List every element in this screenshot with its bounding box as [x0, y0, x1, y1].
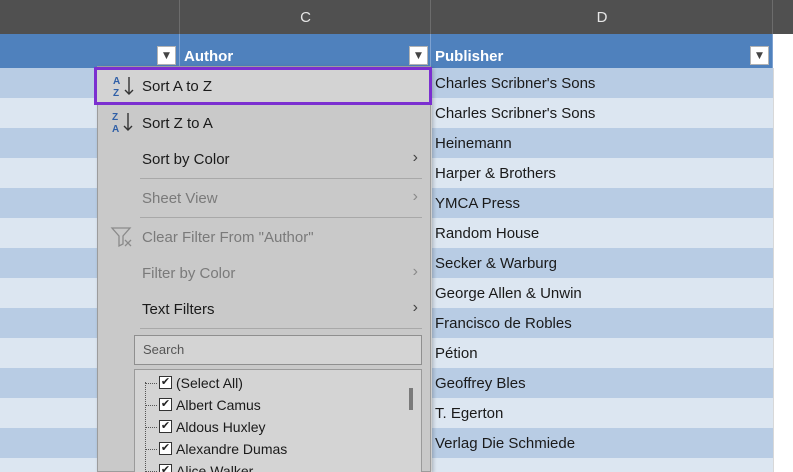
filter-dropdown-icon[interactable]: ▼ [157, 46, 176, 65]
cell[interactable] [773, 338, 793, 368]
cell[interactable] [773, 248, 793, 278]
filter-by-color-label: Filter by Color [142, 264, 236, 282]
header-cell-b[interactable] [0, 34, 180, 68]
sort-ascending-icon: A Z [111, 73, 135, 99]
cell[interactable] [773, 458, 793, 472]
list-item[interactable]: ✔ Alexandre Dumas [135, 438, 395, 460]
column-divider[interactable] [772, 0, 773, 34]
publisher-cell[interactable]: Charles Scribner's Sons [431, 98, 773, 128]
author-header-label: Author [184, 48, 234, 65]
tree-connector [145, 427, 157, 428]
list-item-label: Alexandre Dumas [176, 441, 288, 457]
publisher-header-label: Publisher [435, 48, 504, 65]
value-checklist[interactable]: ✔ (Select All) ✔ Albert Camus ✔ Aldous H… [134, 369, 422, 472]
cell[interactable] [773, 308, 793, 338]
cell[interactable] [773, 428, 793, 458]
list-item-label: Alice Walker [176, 463, 254, 472]
header-cell-author[interactable]: Author [180, 34, 431, 68]
list-item[interactable]: ✔ (Select All) [135, 372, 395, 394]
chevron-right-icon: › [412, 188, 418, 205]
cell[interactable] [773, 188, 793, 218]
text-filters-label: Text Filters [142, 300, 215, 318]
list-item[interactable]: ✔ Albert Camus [135, 394, 395, 416]
sort-by-color-item[interactable]: Sort by Color › [98, 141, 430, 177]
list-scrollbar[interactable] [405, 370, 419, 472]
publisher-cell[interactable]: Verlag Die Schmiede [431, 428, 773, 458]
chevron-right-icon: › [412, 299, 418, 316]
svg-text:A: A [113, 76, 120, 87]
cell[interactable] [773, 218, 793, 248]
column-header-bar: C D [0, 0, 793, 34]
sheet-view-item[interactable]: Sheet View › [98, 180, 430, 216]
list-item-label: Albert Camus [176, 397, 261, 413]
column-header-c[interactable]: C [180, 0, 431, 34]
publisher-cell[interactable]: Geoffrey Bles [431, 368, 773, 398]
tree-connector [145, 383, 157, 384]
sheet-view-label: Sheet View [142, 189, 218, 207]
search-input[interactable]: Search [134, 335, 422, 365]
publisher-cell[interactable]: Pétion [431, 338, 773, 368]
cell[interactable] [773, 98, 793, 128]
svg-text:A: A [112, 124, 119, 135]
checkbox[interactable]: ✔ [159, 464, 172, 472]
sort-a-to-z-label: Sort A to Z [142, 77, 213, 95]
sort-by-color-label: Sort by Color [142, 150, 230, 168]
cell[interactable] [773, 368, 793, 398]
author-filter-dropdown-icon[interactable]: ▼ [409, 46, 428, 65]
header-cell-publisher[interactable]: Publisher [431, 34, 773, 68]
column-header-d[interactable]: D [431, 0, 773, 34]
publisher-cell[interactable]: Charles Scribner's Sons [431, 68, 773, 98]
sort-z-to-a-item[interactable]: Z A Sort Z to A [98, 105, 430, 141]
publisher-cell[interactable]: Heinemann [431, 128, 773, 158]
svg-text:Z: Z [113, 88, 119, 99]
menu-divider [140, 217, 422, 218]
table-header-row: ▼ Author ▼ Publisher ▼ [0, 34, 793, 68]
sort-a-to-z-item[interactable]: A Z Sort A to Z [94, 67, 432, 105]
publisher-cell[interactable]: Random House [431, 218, 773, 248]
clear-filter-label: Clear Filter From "Author" [142, 228, 314, 246]
sort-z-to-a-label: Sort Z to A [142, 114, 213, 132]
cell[interactable] [773, 68, 793, 98]
svg-text:Z: Z [112, 112, 118, 123]
clear-filter-icon [110, 225, 134, 249]
publisher-filter-dropdown-icon[interactable]: ▼ [750, 46, 769, 65]
list-item-label: (Select All) [176, 375, 243, 391]
cell[interactable] [773, 398, 793, 428]
chevron-right-icon: › [412, 263, 418, 280]
checkbox[interactable]: ✔ [159, 442, 172, 455]
checkbox[interactable]: ✔ [159, 376, 172, 389]
menu-divider [140, 328, 422, 329]
cell[interactable] [773, 158, 793, 188]
tree-connector [145, 405, 157, 406]
publisher-cell[interactable] [431, 458, 773, 472]
scrollbar-thumb[interactable] [409, 388, 413, 410]
filter-by-color-item[interactable]: Filter by Color › [98, 255, 430, 291]
tree-connector [145, 449, 157, 450]
cell[interactable] [773, 128, 793, 158]
author-filter-menu: A Z Sort A to Z Z A Sort Z to A Sort by … [94, 66, 432, 472]
text-filters-item[interactable]: Text Filters › [98, 291, 430, 327]
checkbox[interactable]: ✔ [159, 398, 172, 411]
publisher-cell[interactable]: Francisco de Robles [431, 308, 773, 338]
clear-filter-item[interactable]: Clear Filter From "Author" [98, 219, 430, 255]
chevron-right-icon: › [412, 149, 418, 166]
menu-divider [140, 178, 422, 179]
checkbox[interactable]: ✔ [159, 420, 172, 433]
publisher-cell[interactable]: T. Egerton [431, 398, 773, 428]
list-item-label: Aldous Huxley [176, 419, 266, 435]
publisher-cell[interactable]: YMCA Press [431, 188, 773, 218]
publisher-cell[interactable]: Harper & Brothers [431, 158, 773, 188]
publisher-cell[interactable]: George Allen & Unwin [431, 278, 773, 308]
sort-descending-icon: Z A [110, 109, 134, 135]
list-item[interactable]: ✔ Aldous Huxley [135, 416, 395, 438]
cell[interactable] [773, 278, 793, 308]
list-item[interactable]: ✔ Alice Walker [135, 460, 395, 472]
publisher-cell[interactable]: Secker & Warburg [431, 248, 773, 278]
